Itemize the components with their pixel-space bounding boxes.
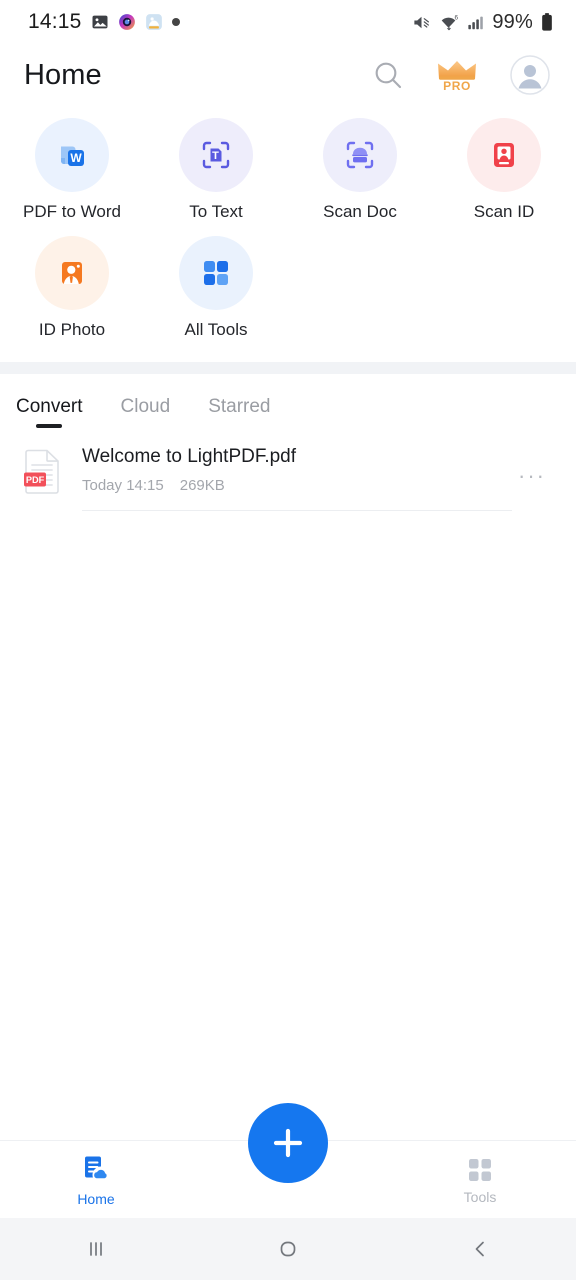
status-bar-right: 6 99% [412,11,554,34]
id-photo-icon [52,253,92,293]
file-tabs: Convert Cloud Starred [0,374,576,428]
tab-label: Cloud [120,396,171,417]
home-button[interactable] [192,1235,384,1263]
back-chevron-icon [466,1235,494,1263]
phone-screen: 14:15 6 99% Home PRO W PDF to Word T To … [0,0,576,1280]
pdf-to-word-icon: W [52,135,92,175]
file-details: Welcome to LightPDF.pdf Today 14:15 269K… [82,446,512,511]
battery-percent: 99% [492,10,533,33]
svg-text:T: T [212,150,219,162]
signal-icon [466,13,485,32]
tool-all-tools[interactable]: All Tools [144,236,288,340]
tab-convert[interactable]: Convert [10,396,89,428]
tool-icon-bubble [179,236,253,310]
plus-icon [266,1121,310,1165]
file-meta: Today 14:15 269KB [82,477,512,494]
svg-text:6: 6 [455,14,459,21]
android-system-nav [0,1218,576,1280]
avatar-icon [510,55,550,95]
recents-button[interactable] [0,1235,192,1263]
profile-button[interactable] [510,55,550,95]
status-clock: 14:15 [28,10,82,33]
section-divider [0,362,576,374]
tool-icon-bubble [467,118,541,192]
home-circle-icon [274,1235,302,1263]
tool-icon-bubble: W [35,118,109,192]
nav-item-tools[interactable]: Tools [384,1155,576,1205]
tool-to-text[interactable]: T To Text [144,118,288,222]
tool-label: Scan Doc [323,202,397,221]
tool-id-photo[interactable]: ID Photo [0,236,144,340]
tab-label: Starred [208,396,271,417]
add-file-button[interactable] [248,1103,328,1183]
tab-label: Convert [16,396,83,417]
gallery-icon [91,13,109,31]
tool-icon-bubble [35,236,109,310]
nav-label: Tools [463,1188,497,1205]
recents-icon [82,1235,110,1263]
app-header: Home PRO [0,44,576,106]
wifi-icon: 6 [438,13,459,32]
tab-active-indicator [36,424,63,428]
battery-icon [540,12,554,32]
file-more-button[interactable]: ··· [512,463,552,489]
mute-icon [412,13,431,32]
tool-label: Scan ID [473,202,535,221]
status-bar-left: 14:15 [28,10,180,34]
search-button[interactable] [372,59,404,91]
list-item[interactable]: PDF Welcome to LightPDF.pdf Today 14:15 … [24,428,552,511]
tool-label: All Tools [184,320,248,339]
tool-scan-doc[interactable]: Scan Doc [288,118,432,222]
tab-cloud[interactable]: Cloud [115,396,177,428]
tool-pdf-to-word[interactable]: W PDF to Word [0,118,144,222]
scan-id-icon [484,135,524,175]
file-date: Today 14:15 [82,477,164,494]
tool-label: PDF to Word [23,202,121,221]
svg-text:PDF: PDF [26,475,45,485]
tool-scan-id[interactable]: Scan ID [432,118,576,222]
tools-grid: W PDF to Word T To Text Scan Doc Scan ID… [0,106,576,362]
home-doc-cloud-icon [79,1153,113,1187]
pdf-file-icon: PDF [24,446,64,495]
tool-label: To Text [189,202,243,221]
header-actions: PRO [372,55,550,95]
scan-doc-icon [340,135,380,175]
tool-icon-bubble: T [179,118,253,192]
svg-text:W: W [70,151,82,165]
pro-label: PRO [443,78,471,93]
nav-item-home[interactable]: Home [0,1153,192,1207]
tool-label: ID Photo [38,320,106,339]
file-list: PDF Welcome to LightPDF.pdf Today 14:15 … [0,428,576,511]
all-tools-icon [198,255,234,291]
file-name: Welcome to LightPDF.pdf [82,446,297,467]
bottom-navigation: Home Tools [0,1103,576,1218]
status-bar: 14:15 6 99% [0,0,576,44]
photo-app-icon [145,13,163,31]
nav-label: Home [77,1190,115,1207]
camera-app-icon [118,13,136,31]
page-title: Home [24,58,102,91]
tool-icon-bubble [323,118,397,192]
tools-grid-icon [465,1155,495,1185]
search-icon [372,59,404,91]
notification-dot [171,18,180,26]
file-size: 269KB [179,477,225,494]
pro-upgrade-button[interactable]: PRO [434,55,480,95]
tab-starred[interactable]: Starred [202,396,276,428]
back-button[interactable] [384,1235,576,1263]
to-text-icon: T [196,135,236,175]
